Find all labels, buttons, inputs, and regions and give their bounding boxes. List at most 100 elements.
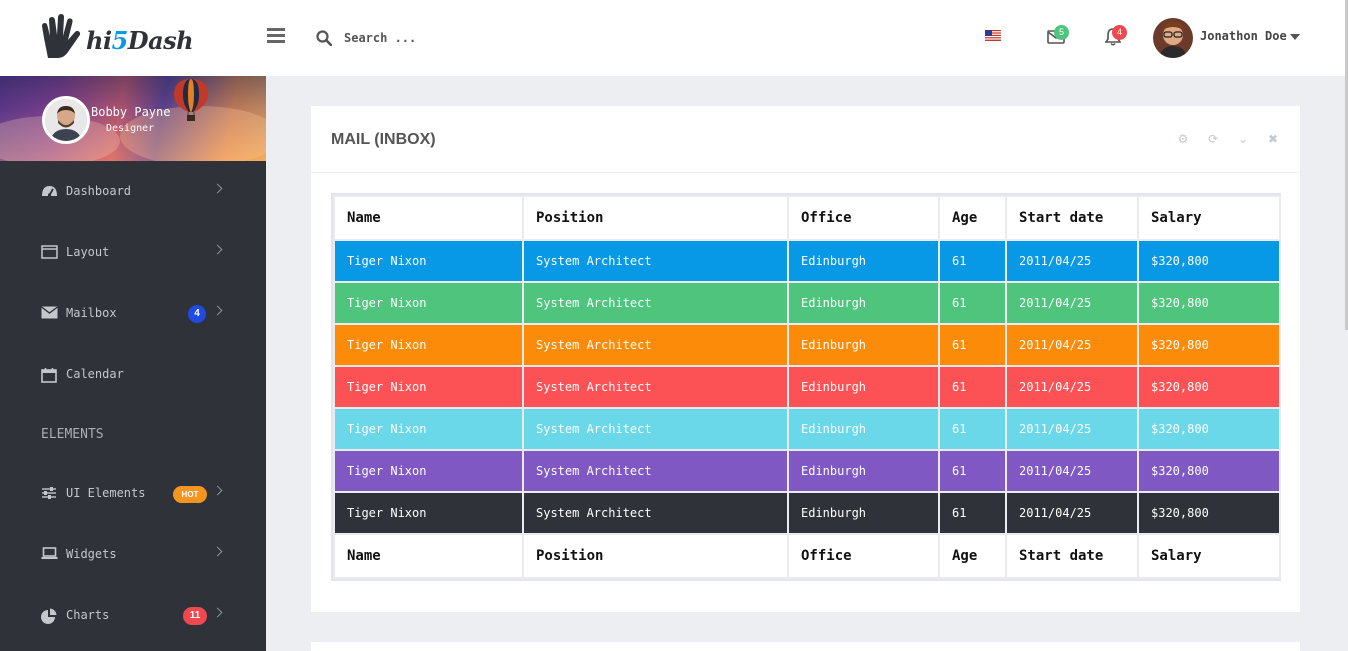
- cell-office: Edinburgh: [787, 407, 940, 451]
- sidebar-toggle-button[interactable]: [267, 28, 285, 44]
- sidebar-item-widgets[interactable]: Widgets: [0, 534, 266, 574]
- cell-position: System Architect: [522, 407, 789, 451]
- top-header: hi5Dash 5 4 Jonathon Doe: [0, 0, 1348, 76]
- brand-logo[interactable]: hi5Dash: [0, 0, 266, 76]
- cell-age: 61: [938, 449, 1007, 493]
- cell-age: 61: [938, 239, 1007, 283]
- cell-salary: $320,800: [1137, 239, 1281, 283]
- close-icon[interactable]: ✖: [1268, 132, 1278, 146]
- cell-start-date: 2011/04/25: [1005, 323, 1139, 367]
- profile-banner: Bobby Payne Designer: [0, 76, 266, 161]
- search-icon[interactable]: [316, 30, 332, 46]
- cell-office: Edinburgh: [787, 365, 940, 409]
- cell-salary: $320,800: [1137, 281, 1281, 325]
- cell-age: 61: [938, 491, 1007, 535]
- chevron-right-icon: [212, 546, 223, 557]
- user-menu-caret-icon[interactable]: [1290, 34, 1300, 40]
- user-avatar[interactable]: [1153, 18, 1193, 58]
- chevron-right-icon: [212, 485, 223, 496]
- us-flag-icon[interactable]: [985, 30, 1001, 41]
- sidebar-item-label: Mailbox: [66, 306, 117, 320]
- column-header-age[interactable]: Age: [938, 195, 1007, 241]
- chevron-right-icon: [212, 607, 223, 618]
- column-footer-start-date: Start date: [1005, 533, 1139, 579]
- cell-salary: $320,800: [1137, 449, 1281, 493]
- cell-salary: $320,800: [1137, 491, 1281, 535]
- dashboard-icon: [42, 186, 57, 197]
- next-card: [311, 642, 1300, 651]
- cell-position: System Architect: [522, 281, 789, 325]
- cell-position: System Architect: [522, 449, 789, 493]
- sidebar-item-label: Calendar: [66, 367, 124, 381]
- cell-age: 61: [938, 323, 1007, 367]
- column-header-position[interactable]: Position: [522, 195, 789, 241]
- cell-age: 61: [938, 281, 1007, 325]
- sidebar-item-dashboard[interactable]: Dashboard: [0, 171, 266, 211]
- cell-position: System Architect: [522, 365, 789, 409]
- chevron-right-icon: [212, 183, 223, 194]
- sidebar-item-label: Widgets: [66, 547, 117, 561]
- chevron-right-icon: [212, 305, 223, 316]
- cell-name: Tiger Nixon: [333, 491, 524, 535]
- column-header-office[interactable]: Office: [787, 195, 940, 241]
- profile-role: Designer: [106, 123, 155, 134]
- table-row[interactable]: Tiger Nixon System Architect Edinburgh 6…: [333, 323, 1281, 367]
- card-title: MAIL (INBOX): [331, 131, 436, 148]
- notification-count-badge: 4: [1112, 25, 1127, 40]
- column-footer-name: Name: [333, 533, 524, 579]
- search-input[interactable]: [344, 26, 544, 50]
- table-row[interactable]: Tiger Nixon System Architect Edinburgh 6…: [333, 281, 1281, 325]
- table-row[interactable]: Tiger Nixon System Architect Edinburgh 6…: [333, 239, 1281, 283]
- refresh-icon[interactable]: ⟳: [1208, 132, 1218, 146]
- card-tools: ⚙ ⟳ ⌄ ✖: [1166, 132, 1278, 147]
- table-row[interactable]: Tiger Nixon System Architect Edinburgh 6…: [333, 407, 1281, 451]
- sidebar-item-charts[interactable]: Charts 11: [0, 595, 266, 635]
- cell-office: Edinburgh: [787, 449, 940, 493]
- cell-name: Tiger Nixon: [333, 239, 524, 283]
- charts-count-badge: 11: [183, 607, 207, 625]
- cell-start-date: 2011/04/25: [1005, 407, 1139, 451]
- profile-name[interactable]: Bobby Payne: [91, 105, 170, 119]
- cell-name: Tiger Nixon: [333, 281, 524, 325]
- cell-name: Tiger Nixon: [333, 323, 524, 367]
- table-row[interactable]: Tiger Nixon System Architect Edinburgh 6…: [333, 449, 1281, 493]
- cell-name: Tiger Nixon: [333, 407, 524, 451]
- mail-inbox-card: MAIL (INBOX) ⚙ ⟳ ⌄ ✖ Name Position Offic…: [311, 106, 1300, 612]
- column-footer-age: Age: [938, 533, 1007, 579]
- column-footer-position: Position: [522, 533, 789, 579]
- profile-avatar[interactable]: [42, 96, 90, 144]
- card-header: MAIL (INBOX) ⚙ ⟳ ⌄ ✖: [311, 106, 1300, 173]
- brand-name: hi5Dash: [86, 26, 194, 55]
- table-header-row: Name Position Office Age Start date Sala…: [333, 195, 1281, 241]
- cell-age: 61: [938, 365, 1007, 409]
- sidebar-item-mailbox[interactable]: Mailbox 4: [0, 293, 266, 333]
- sidebar-item-ui-elements[interactable]: UI Elements HOT: [0, 473, 266, 513]
- cell-start-date: 2011/04/25: [1005, 281, 1139, 325]
- table-row[interactable]: Tiger Nixon System Architect Edinburgh 6…: [333, 491, 1281, 535]
- chevron-down-icon[interactable]: ⌄: [1238, 132, 1248, 146]
- sidebar-item-label: UI Elements: [66, 486, 146, 500]
- sidebar-item-calendar[interactable]: Calendar: [0, 354, 266, 394]
- layout-icon: [41, 245, 58, 259]
- column-header-salary[interactable]: Salary: [1137, 195, 1281, 241]
- gear-icon[interactable]: ⚙: [1178, 132, 1189, 146]
- cell-salary: $320,800: [1137, 407, 1281, 451]
- mail-count-badge: 5: [1054, 25, 1069, 40]
- column-header-name[interactable]: Name: [333, 195, 524, 241]
- cell-start-date: 2011/04/25: [1005, 491, 1139, 535]
- cell-salary: $320,800: [1137, 323, 1281, 367]
- sidebar-item-layout[interactable]: Layout: [0, 232, 266, 272]
- cell-age: 61: [938, 407, 1007, 451]
- sidebar-item-label: Dashboard: [66, 184, 132, 198]
- table-row[interactable]: Tiger Nixon System Architect Edinburgh 6…: [333, 365, 1281, 409]
- cell-position: System Architect: [522, 323, 789, 367]
- cell-name: Tiger Nixon: [333, 449, 524, 493]
- cell-position: System Architect: [522, 239, 789, 283]
- column-header-start-date[interactable]: Start date: [1005, 195, 1139, 241]
- chevron-right-icon: [212, 244, 223, 255]
- envelope-icon: [41, 306, 58, 319]
- pie-chart-icon: [41, 608, 57, 624]
- user-name[interactable]: Jonathon Doe: [1200, 29, 1287, 43]
- cell-office: Edinburgh: [787, 491, 940, 535]
- sidebar-item-label: Layout: [66, 245, 110, 259]
